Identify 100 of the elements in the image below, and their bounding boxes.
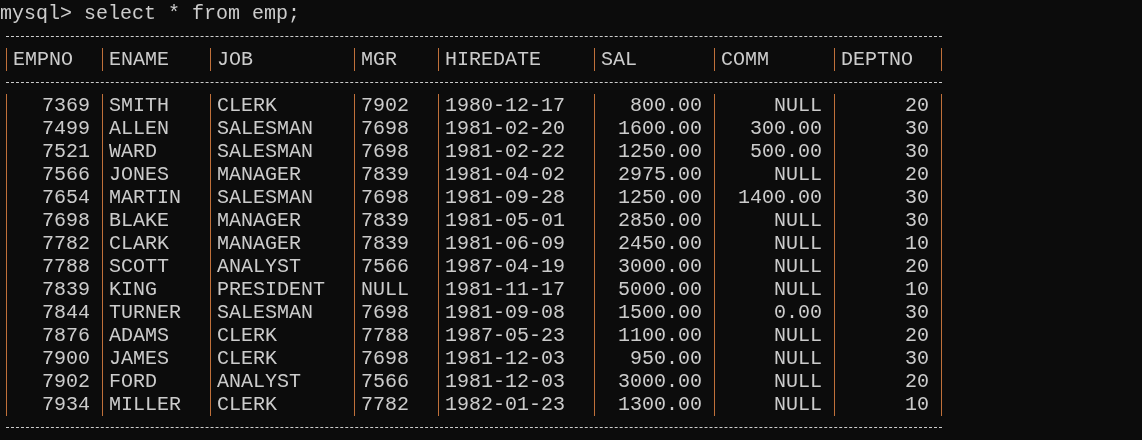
table-cell: CLARK <box>102 232 210 255</box>
table-cell: 950.00 <box>594 347 714 370</box>
table-cell: 1981-09-28 <box>438 186 594 209</box>
table-cell: 30 <box>834 347 942 370</box>
table-cell: MARTIN <box>102 186 210 209</box>
table-cell: 20 <box>834 370 942 393</box>
table-cell: 300.00 <box>714 117 834 140</box>
table-cell: 7839 <box>354 232 438 255</box>
table-cell: 7521 <box>6 140 102 163</box>
table-cell: MILLER <box>102 393 210 416</box>
table-cell: 3000.00 <box>594 370 714 393</box>
table-cell: 1981-04-02 <box>438 163 594 186</box>
column-header: MGR <box>354 48 438 71</box>
table-cell: BLAKE <box>102 209 210 232</box>
table-cell: NULL <box>714 94 834 117</box>
table-cell: 2975.00 <box>594 163 714 186</box>
table-cell: ANALYST <box>210 255 354 278</box>
table-cell: 1981-12-03 <box>438 370 594 393</box>
table-cell: PRESIDENT <box>210 278 354 301</box>
table-cell: 7876 <box>6 324 102 347</box>
table-cell: 7499 <box>6 117 102 140</box>
table-cell: 7698 <box>354 140 438 163</box>
table-cell: CLERK <box>210 347 354 370</box>
table-cell: 1981-05-01 <box>438 209 594 232</box>
table-cell: 7654 <box>6 186 102 209</box>
table-cell: KING <box>102 278 210 301</box>
table-cell: 7844 <box>6 301 102 324</box>
table-cell: 1987-04-19 <box>438 255 594 278</box>
table-cell: 1980-12-17 <box>438 94 594 117</box>
table-cell: 7900 <box>6 347 102 370</box>
table-cell: ANALYST <box>210 370 354 393</box>
table-cell: 7698 <box>354 347 438 370</box>
column-header: DEPTNO <box>834 48 942 71</box>
column-header: HIREDATE <box>438 48 594 71</box>
table-cell: 7839 <box>354 163 438 186</box>
table-cell: NULL <box>714 232 834 255</box>
table-cell: 1982-01-23 <box>438 393 594 416</box>
table-cell: 20 <box>834 255 942 278</box>
table-cell: 1981-02-22 <box>438 140 594 163</box>
table-cell: 1300.00 <box>594 393 714 416</box>
table-cell: JAMES <box>102 347 210 370</box>
table-cell: 3000.00 <box>594 255 714 278</box>
table-cell: SALESMAN <box>210 140 354 163</box>
table-cell: 20 <box>834 324 942 347</box>
table-cell: 7369 <box>6 94 102 117</box>
table-cell: CLERK <box>210 94 354 117</box>
table-cell: SCOTT <box>102 255 210 278</box>
table-cell: NULL <box>354 278 438 301</box>
table-cell: 800.00 <box>594 94 714 117</box>
table-cell: 1600.00 <box>594 117 714 140</box>
table-cell: 30 <box>834 186 942 209</box>
table-cell: 1987-05-23 <box>438 324 594 347</box>
table-cell: 20 <box>834 94 942 117</box>
table-cell: SALESMAN <box>210 117 354 140</box>
table-cell: 30 <box>834 117 942 140</box>
table-cell: 1250.00 <box>594 186 714 209</box>
table-cell: NULL <box>714 209 834 232</box>
table-cell: NULL <box>714 393 834 416</box>
table-cell: 1981-02-20 <box>438 117 594 140</box>
table-cell: 7566 <box>354 370 438 393</box>
column-header: SAL <box>594 48 714 71</box>
table-cell: 7934 <box>6 393 102 416</box>
column-header: EMPNO <box>6 48 102 71</box>
table-cell: 1981-09-08 <box>438 301 594 324</box>
table-cell: FORD <box>102 370 210 393</box>
table-cell: NULL <box>714 324 834 347</box>
table-cell: 1250.00 <box>594 140 714 163</box>
table-cell: 10 <box>834 232 942 255</box>
table-cell: 1500.00 <box>594 301 714 324</box>
column-header: ENAME <box>102 48 210 71</box>
table-cell: 7698 <box>6 209 102 232</box>
table-cell: 10 <box>834 278 942 301</box>
table-cell: JONES <box>102 163 210 186</box>
table-cell: 1400.00 <box>714 186 834 209</box>
table-cell: 2450.00 <box>594 232 714 255</box>
table-cell: 30 <box>834 301 942 324</box>
table-cell: CLERK <box>210 324 354 347</box>
table-cell: NULL <box>714 347 834 370</box>
table-cell: 2850.00 <box>594 209 714 232</box>
command-line: mysql> select * from emp; <box>0 2 302 25</box>
table-cell: 7788 <box>6 255 102 278</box>
table-cell: 7839 <box>354 209 438 232</box>
table-cell: 1981-11-17 <box>438 278 594 301</box>
table-cell: 20 <box>834 163 942 186</box>
table-cell: 7902 <box>354 94 438 117</box>
table-cell: WARD <box>102 140 210 163</box>
table-cell: 5000.00 <box>594 278 714 301</box>
table-cell: 7788 <box>354 324 438 347</box>
table-cell: NULL <box>714 278 834 301</box>
table-cell: MANAGER <box>210 209 354 232</box>
table-cell: 1981-06-09 <box>438 232 594 255</box>
table-cell: 7698 <box>354 301 438 324</box>
table-cell: 30 <box>834 140 942 163</box>
table-cell: 500.00 <box>714 140 834 163</box>
table-cell: 10 <box>834 393 942 416</box>
table-cell: 7698 <box>354 117 438 140</box>
table-cell: 0.00 <box>714 301 834 324</box>
table-cell: 7839 <box>6 278 102 301</box>
table-cell: MANAGER <box>210 232 354 255</box>
table-cell: CLERK <box>210 393 354 416</box>
